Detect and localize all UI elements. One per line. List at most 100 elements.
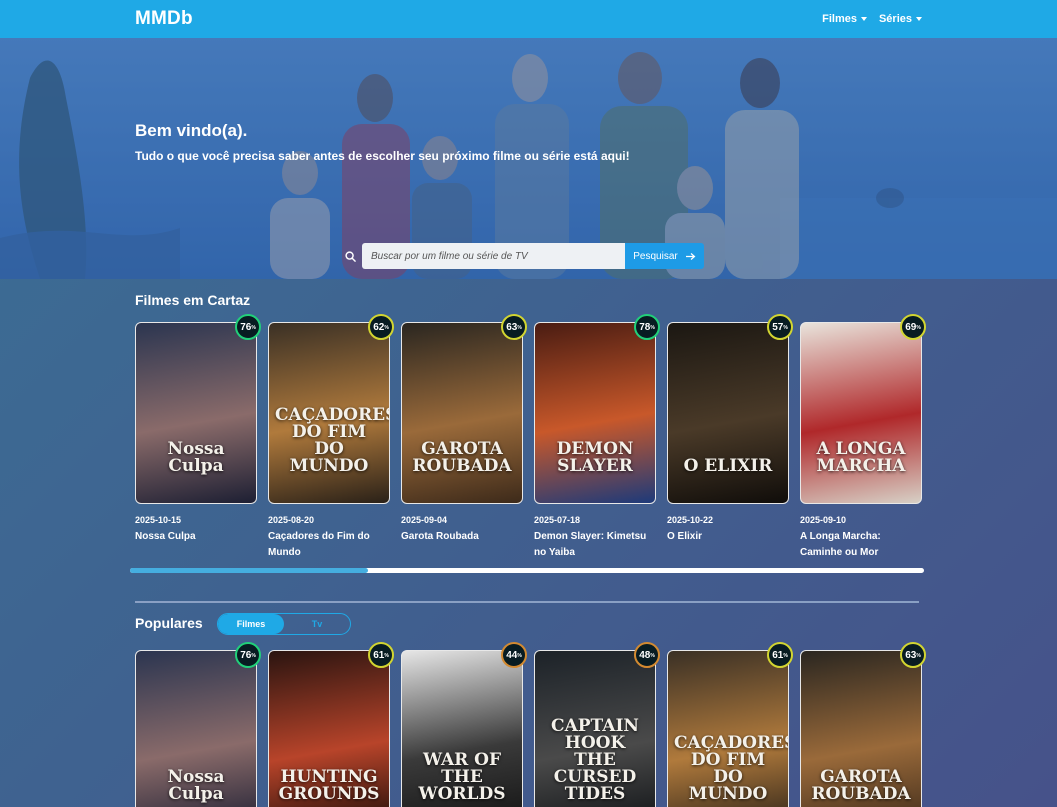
movie-card[interactable]: 61% CAÇADORES DO FIM DO MUNDO [667,642,793,807]
score-badge: 57% [767,314,793,340]
nav-dropdown-filmes[interactable]: Filmes [822,13,867,25]
score-badge: 61% [767,642,793,668]
release-date: 2025-09-10 [800,515,847,525]
search-button[interactable]: Pesquisar [625,243,704,269]
score-value: 48 [639,649,651,661]
search-bar: Pesquisar [340,243,704,269]
score-badge: 61% [368,642,394,668]
score-value: 78 [639,321,651,333]
search-button-label: Pesquisar [633,250,678,262]
movie-card[interactable]: 57% O ELIXIR 2025-10-22 O Elixir [667,314,793,561]
score-badge: 63% [501,314,527,340]
score-value: 62 [373,321,385,333]
movie-title[interactable]: Nossa Culpa [135,529,257,545]
score-value: 44 [506,649,518,661]
poster-title-art: Nossa Culpa [167,439,225,476]
movie-title[interactable]: Caçadores do Fim do Mundo [268,529,390,561]
score-value: 63 [905,649,917,661]
caret-down-icon [916,17,922,21]
score-badge: 44% [501,642,527,668]
score-value: 76 [240,321,252,333]
movie-card[interactable]: 61% HUNTING GROUNDS [268,642,394,807]
percent-sign: % [650,653,655,659]
score-badge: 48% [634,642,660,668]
movie-card[interactable]: 63% GAROTA ROUBADA [800,642,926,807]
movie-card[interactable]: 62% CAÇADORES DO FIM DO MUNDO 2025-08-20 Ca… [268,314,394,561]
percent-sign: % [916,653,921,659]
nav-dropdown-series[interactable]: Séries [879,13,922,25]
section-title-now-playing: Filmes em Cartaz [135,292,251,308]
score-badge: 69% [900,314,926,340]
poster-title-art: WAR OF THE WORLDS [418,750,506,804]
score-value: 61 [772,649,784,661]
movie-poster[interactable]: WAR OF THE WORLDS [401,650,523,807]
movie-title[interactable]: Demon Slayer: Kimetsu no Yaiba [534,529,656,561]
movie-card[interactable]: 78% DEMON SLAYER 2025-07-18 Demon Slayer: K… [534,314,660,561]
hero-banner: Bem vindo(a). Tudo o que você precisa sa… [0,38,1057,279]
movie-card[interactable]: 76% Nossa Culpa [135,642,261,807]
percent-sign: % [650,325,655,331]
movie-title[interactable]: Garota Roubada [401,529,523,545]
percent-sign: % [251,653,256,659]
poster-title-art: Nossa Culpa [167,767,225,804]
poster-title-art: HUNTING GROUNDS [278,767,380,804]
carousel-scrollbar[interactable] [130,568,924,573]
movie-poster[interactable]: GAROTA ROUBADA [800,650,922,807]
movie-card[interactable]: 63% GAROTA ROUBADA 2025-09-04 Garota Roubad… [401,314,527,561]
movie-card[interactable]: 44% WAR OF THE WORLDS [401,642,527,807]
movie-poster[interactable]: CAPTAIN HOOK THE CURSED TIDES [534,650,656,807]
movie-poster[interactable]: GAROTA ROUBADA [401,322,523,504]
popular-toggle: Filmes Tv [217,613,351,635]
score-badge: 76% [235,314,261,340]
score-badge: 78% [634,314,660,340]
caret-down-icon [860,17,867,21]
movie-poster[interactable]: Nossa Culpa [135,650,257,807]
score-badge: 76% [235,642,261,668]
poster-title-art: GAROTA ROUBADA [811,767,911,804]
movie-poster[interactable]: Nossa Culpa [135,322,257,504]
movie-poster[interactable]: A LONGA MARCHA [800,322,922,504]
movie-card[interactable]: 76% Nossa Culpa 2025-10-15 Nossa Culpa [135,314,261,561]
percent-sign: % [251,325,256,331]
poster-title-art: CAÇADORES DO FIM DO MUNDO [674,733,789,804]
section-title-popular: Populares [135,615,203,631]
hero-title: Bem vindo(a). [135,121,248,140]
percent-sign: % [783,653,788,659]
movie-poster[interactable]: HUNTING GROUNDS [268,650,390,807]
movie-card[interactable]: 48% CAPTAIN HOOK THE CURSED TIDES [534,642,660,807]
release-date: 2025-07-18 [534,515,581,525]
percent-sign: % [916,325,921,331]
nav-dropdown-label: Séries [878,13,912,25]
arrow-right-icon [685,252,696,260]
movie-poster[interactable]: CAÇADORES DO FIM DO MUNDO [268,322,390,504]
percent-sign: % [517,325,522,331]
score-value: 63 [506,321,518,333]
movie-poster[interactable]: O ELIXIR [667,322,789,504]
poster-title-art: CAÇADORES DO FIM DO MUNDO [275,405,390,476]
nav-dropdown-label: Filmes [822,13,857,25]
poster-title-art: O ELIXIR [683,456,773,476]
brand-logo[interactable]: MMDb [135,8,193,30]
percent-sign: % [783,325,788,331]
poster-title-art: GAROTA ROUBADA [412,439,512,476]
movie-title[interactable]: A Longa Marcha: Caminhe ou Mor [800,529,922,561]
score-badge: 63% [900,642,926,668]
score-value: 57 [772,321,784,333]
percent-sign: % [517,653,522,659]
score-value: 76 [240,649,252,661]
popular-carousel[interactable]: 76% Nossa Culpa 61% HUNTING GROUNDS 44% WAR O… [135,642,926,807]
section-divider [135,601,919,603]
search-input[interactable] [362,243,625,269]
movie-poster[interactable]: CAÇADORES DO FIM DO MUNDO [667,650,789,807]
navbar: MMDb Filmes Séries [0,0,1057,38]
percent-sign: % [384,325,389,331]
movie-card[interactable]: 69% A LONGA MARCHA 2025-09-10 A Longa March… [800,314,926,561]
movie-poster[interactable]: DEMON SLAYER [534,322,656,504]
now-playing-carousel[interactable]: 76% Nossa Culpa 2025-10-15 Nossa Culpa 62% CA… [135,314,926,561]
hero-subtitle: Tudo o que você precisa saber antes de e… [135,149,630,163]
movie-title[interactable]: O Elixir [667,529,789,545]
scrollbar-thumb[interactable] [130,568,369,573]
toggle-option-filmes[interactable]: Filmes [218,614,284,634]
release-date: 2025-08-20 [268,515,315,525]
toggle-option-tv[interactable]: Tv [284,614,350,634]
